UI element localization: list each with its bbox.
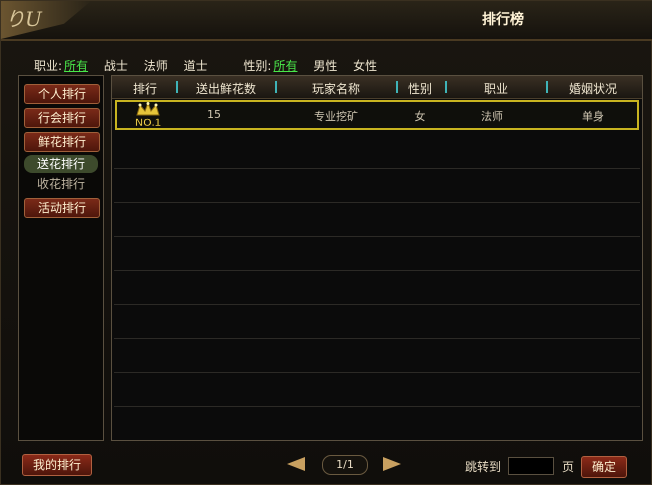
sidebar-item-send-flower[interactable]: 送花排行 [24,155,98,173]
my-rank-button[interactable]: 我的排行 [22,454,92,476]
row-divider [114,236,640,237]
filter-bar: 职业: 所有 战士 法师 道士 性别: 所有 男性 女性 [34,57,389,73]
row-divider [114,270,640,271]
row-divider [114,202,640,203]
column-header-player[interactable]: 玩家名称 [277,80,395,97]
next-page-icon[interactable] [383,457,401,471]
row-divider [114,168,640,169]
column-header-rank[interactable]: 排行 [120,80,170,97]
row-divider [114,304,640,305]
sidebar-item-activity[interactable]: 活动排行 [24,198,100,218]
crown-icon: NO.1 [135,102,161,128]
jump-label: 跳转到 [465,460,502,474]
column-header-job[interactable]: 职业 [447,80,545,97]
job-filter-warrior[interactable]: 战士 [104,59,128,73]
page-unit-label: 页 [562,460,575,474]
job-filter-all[interactable]: 所有 [64,59,88,73]
page-indicator: 1/1 [322,455,368,475]
confirm-button[interactable]: 确定 [581,456,627,478]
ranking-table: 排行 送出鲜花数 玩家名称 性别 职业 婚姻状况 NO.1 15 专业挖矿 女 … [111,75,643,441]
prev-page-icon[interactable] [287,457,305,471]
rank-label: NO.1 [135,117,161,128]
cell-marriage: 单身 [582,110,604,123]
jump-page-input[interactable] [508,457,554,475]
column-header-marriage[interactable]: 婚姻状况 [548,80,638,97]
cell-gender: 女 [414,110,426,123]
sidebar-item-receive-flower[interactable]: 收花排行 [24,175,98,192]
job-filter-label: 职业: [34,59,63,73]
gender-filter-male[interactable]: 男性 [313,59,337,73]
row-divider [114,406,640,407]
column-header-flowers[interactable]: 送出鲜花数 [178,80,274,97]
sidebar-item-flower[interactable]: 鲜花排行 [24,132,100,152]
ranking-window: りU 排行榜 职业: 所有 战士 法师 道士 性别: 所有 男性 女性 个人排行 行… [0,0,652,485]
cell-job: 法师 [481,110,503,123]
job-filter-mage[interactable]: 法师 [144,59,168,73]
cell-player-name: 专业挖矿 [314,110,358,123]
gender-filter-label: 性别: [243,59,272,73]
cell-flowers: 15 [207,108,221,121]
corner-logo: りU [5,7,42,31]
title-bar: りU 排行榜 [1,1,652,41]
gender-filter-all[interactable]: 所有 [273,59,297,73]
job-filter-taoist[interactable]: 道士 [184,59,208,73]
ranking-category-panel: 个人排行 行会排行 鲜花排行 送花排行 收花排行 活动排行 [18,75,104,441]
table-header: 排行 送出鲜花数 玩家名称 性别 职业 婚姻状况 [112,76,642,99]
row-divider [114,338,640,339]
window-title: 排行榜 [482,12,524,28]
gender-filter-female[interactable]: 女性 [353,59,377,73]
sidebar-item-guild[interactable]: 行会排行 [24,108,100,128]
row-divider [114,372,640,373]
sidebar-item-personal[interactable]: 个人排行 [24,84,100,104]
column-header-gender[interactable]: 性别 [398,80,442,97]
